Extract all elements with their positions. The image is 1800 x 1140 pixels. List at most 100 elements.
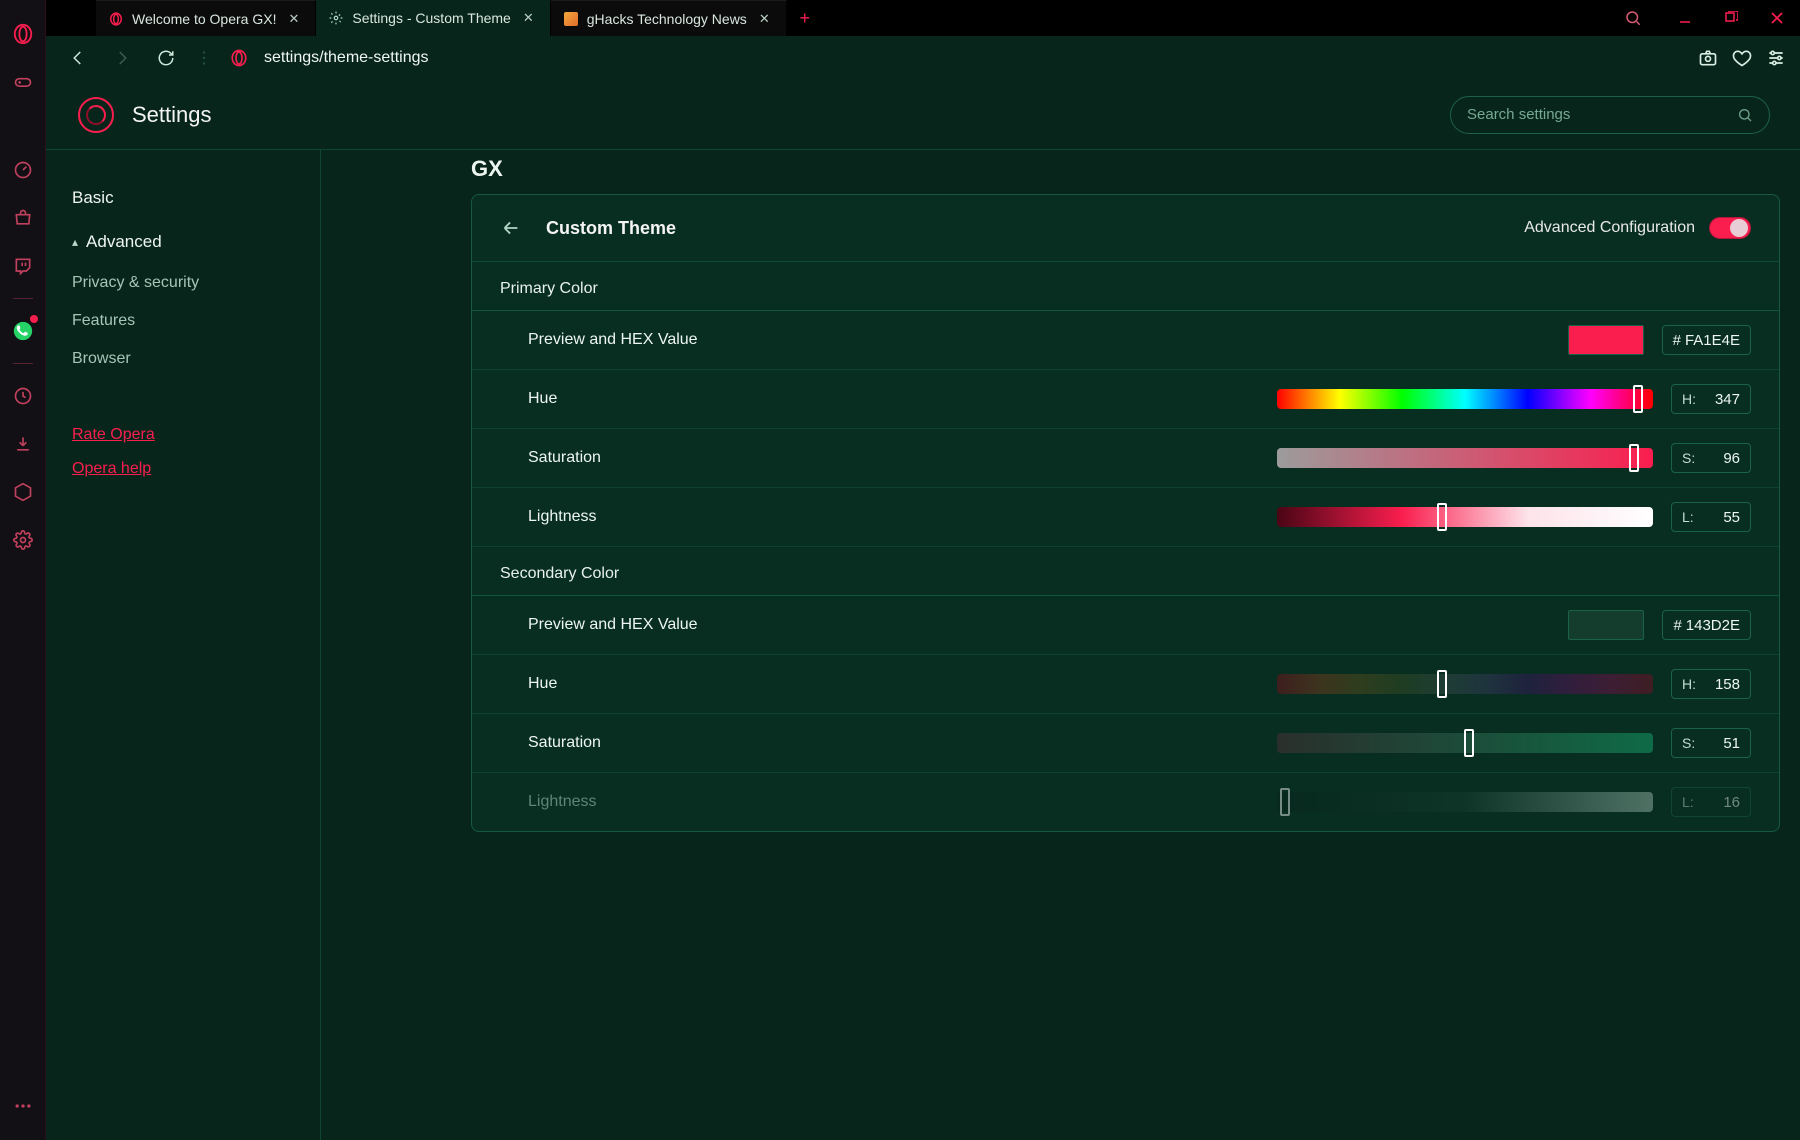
row-label: Saturation	[528, 449, 828, 467]
panel-title: Custom Theme	[546, 218, 676, 239]
secondary-hex-input[interactable]: #143D2E	[1662, 610, 1751, 640]
opera-gx-logo	[78, 97, 114, 133]
url-text[interactable]: settings/theme-settings	[264, 49, 429, 67]
reload-button[interactable]	[152, 44, 180, 72]
addr-dots: ⋮	[196, 48, 214, 68]
snapshot-icon[interactable]	[1698, 48, 1718, 68]
maximize-button[interactable]	[1708, 0, 1754, 36]
row-label: Lightness	[528, 508, 828, 526]
secondary-swatch[interactable]	[1568, 610, 1644, 640]
extensions-icon[interactable]	[0, 468, 46, 516]
primary-hex-input[interactable]: #FA1E4E	[1662, 325, 1751, 355]
address-bar: ⋮ settings/theme-settings	[46, 36, 1800, 80]
primary-swatch[interactable]	[1568, 325, 1644, 355]
page-title: Settings	[132, 102, 212, 128]
tab-welcome[interactable]: Welcome to Opera GX! ✕	[96, 0, 316, 36]
section-label-gx: GX	[321, 150, 1800, 194]
nav-item-basic[interactable]: Basic	[68, 176, 320, 220]
row-secondary-hue: Hue H: 158	[472, 654, 1779, 713]
shopping-icon[interactable]	[0, 194, 46, 242]
hash: #	[1673, 332, 1681, 349]
row-primary-hex: Preview and HEX Value #FA1E4E	[472, 310, 1779, 369]
primary-hue-slider[interactable]	[1277, 389, 1653, 409]
slider-thumb[interactable]	[1437, 670, 1447, 698]
search-tabs-icon[interactable]	[1610, 0, 1656, 36]
secondary-hue-slider[interactable]	[1277, 674, 1653, 694]
link-rate-opera[interactable]: Rate Opera	[68, 418, 320, 452]
slider-thumb[interactable]	[1437, 503, 1447, 531]
twitch-icon[interactable]	[0, 242, 46, 290]
section-title-primary: Primary Color	[472, 262, 1779, 310]
tab-title: Welcome to Opera GX!	[132, 11, 276, 27]
settings-icon[interactable]	[0, 516, 46, 564]
settings-content: GX Custom Theme Advanced Configuration	[321, 150, 1800, 1140]
slider-thumb[interactable]	[1280, 788, 1290, 816]
row-label: Preview and HEX Value	[528, 616, 828, 634]
secondary-sat-value[interactable]: S: 51	[1671, 728, 1751, 758]
search-settings[interactable]	[1450, 96, 1770, 134]
hash: #	[1673, 617, 1681, 634]
nav-sub-privacy[interactable]: Privacy & security	[68, 264, 320, 302]
close-icon[interactable]: ✕	[284, 9, 303, 29]
primary-light-value[interactable]: L: 55	[1671, 502, 1751, 532]
heart-icon[interactable]	[1732, 48, 1752, 68]
row-primary-light: Lightness L: 55	[472, 487, 1779, 546]
val-prefix: L:	[1682, 794, 1694, 810]
rail-separator	[13, 298, 33, 299]
easy-setup-icon[interactable]	[1766, 48, 1786, 68]
tab-ghacks[interactable]: gHacks Technology News ✕	[551, 0, 787, 36]
slider-thumb[interactable]	[1464, 729, 1474, 757]
slider-thumb[interactable]	[1633, 385, 1643, 413]
game-controller-icon[interactable]	[0, 58, 46, 106]
rail-separator	[13, 363, 33, 364]
search-input[interactable]	[1467, 106, 1737, 123]
nav-sub-browser[interactable]: Browser	[68, 340, 320, 378]
downloads-icon[interactable]	[0, 420, 46, 468]
secondary-sat-slider[interactable]	[1277, 733, 1653, 753]
close-window-button[interactable]	[1754, 0, 1800, 36]
hex-value: 143D2E	[1686, 617, 1740, 634]
tab-settings[interactable]: Settings - Custom Theme ✕	[316, 0, 550, 36]
slider-thumb[interactable]	[1629, 444, 1639, 472]
primary-hue-value[interactable]: H: 347	[1671, 384, 1751, 414]
page: Settings Basic ▴ Advanced	[46, 80, 1800, 1140]
link-opera-help[interactable]: Opera help	[68, 452, 320, 486]
val-prefix: H:	[1682, 676, 1696, 692]
settings-nav: Basic ▴ Advanced Privacy & security Feat…	[46, 150, 321, 1140]
close-icon[interactable]: ✕	[519, 8, 538, 28]
back-arrow-icon[interactable]	[500, 217, 522, 239]
close-icon[interactable]: ✕	[755, 9, 774, 29]
advanced-config-label: Advanced Configuration	[1524, 219, 1695, 237]
advanced-config-toggle[interactable]	[1709, 217, 1751, 239]
row-label: Hue	[528, 675, 828, 693]
secondary-light-value[interactable]: L: 16	[1671, 787, 1751, 817]
left-rail	[0, 0, 46, 1140]
history-icon[interactable]	[0, 372, 46, 420]
minimize-button[interactable]	[1662, 0, 1708, 36]
primary-sat-slider[interactable]	[1277, 448, 1653, 468]
back-button[interactable]	[64, 44, 92, 72]
nav-label: Advanced	[86, 232, 162, 252]
chevron-up-icon: ▴	[72, 235, 78, 249]
row-secondary-hex: Preview and HEX Value #143D2E	[472, 595, 1779, 654]
whatsapp-icon[interactable]	[0, 307, 46, 355]
more-icon[interactable]	[0, 1082, 46, 1130]
val-number: 55	[1698, 509, 1740, 526]
opera-gx-icon[interactable]	[0, 10, 46, 58]
section-title-secondary: Secondary Color	[472, 546, 1779, 595]
val-number: 51	[1699, 735, 1740, 752]
row-label: Preview and HEX Value	[528, 331, 828, 349]
nav-sub-features[interactable]: Features	[68, 302, 320, 340]
secondary-light-slider[interactable]	[1277, 792, 1653, 812]
tab-title: gHacks Technology News	[587, 11, 747, 27]
primary-light-slider[interactable]	[1277, 507, 1653, 527]
secondary-hue-value[interactable]: H: 158	[1671, 669, 1751, 699]
nav-item-advanced[interactable]: ▴ Advanced	[68, 220, 320, 264]
new-tab-button[interactable]: +	[787, 0, 823, 36]
row-primary-hue: Hue H: 347	[472, 369, 1779, 428]
val-number: 347	[1700, 391, 1740, 408]
gauge-icon[interactable]	[0, 146, 46, 194]
forward-button[interactable]	[108, 44, 136, 72]
val-prefix: S:	[1682, 735, 1695, 751]
primary-sat-value[interactable]: S: 96	[1671, 443, 1751, 473]
